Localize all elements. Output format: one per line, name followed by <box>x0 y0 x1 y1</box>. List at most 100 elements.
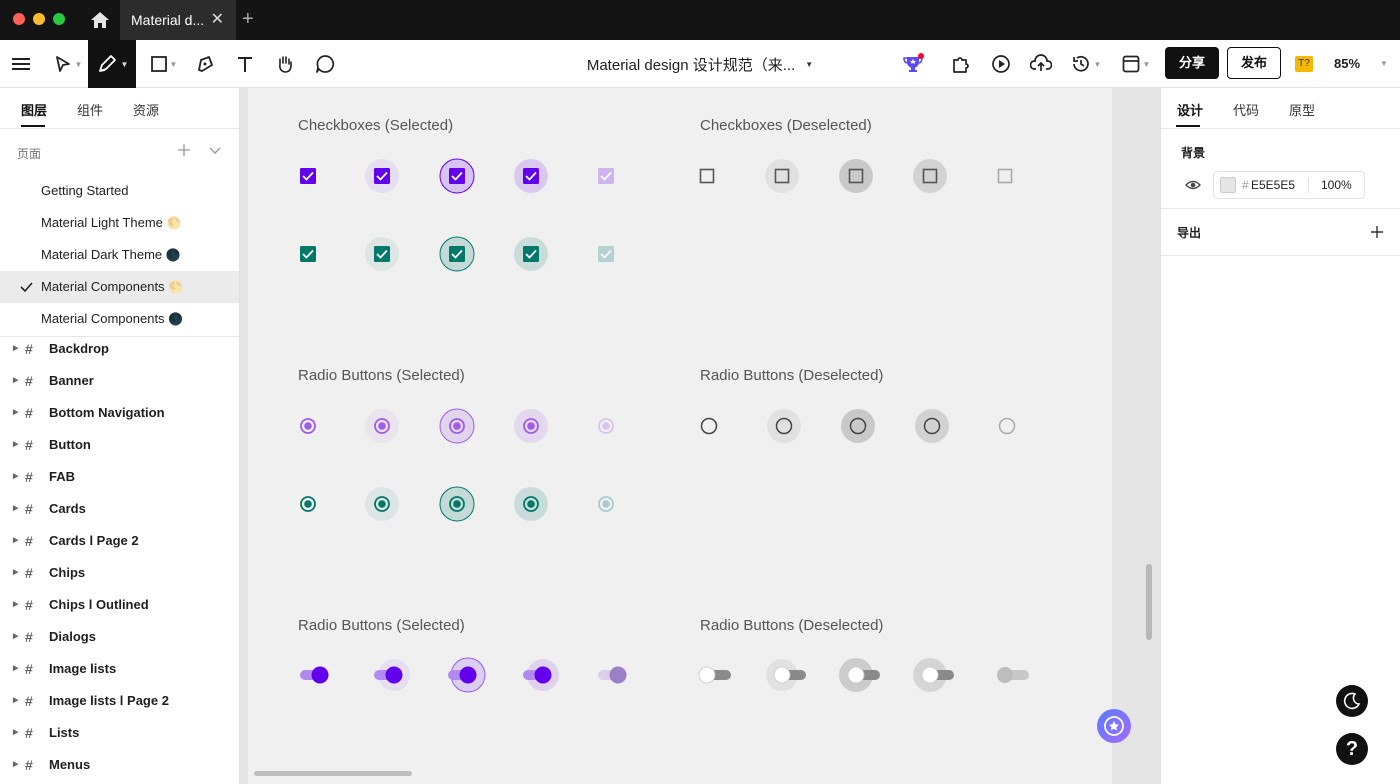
design-canvas[interactable]: Checkboxes (Selected) Checkboxes (Desele… <box>248 88 1112 784</box>
expand-arrow-icon[interactable]: ▶ <box>13 461 18 493</box>
radio-button-selected[interactable] <box>300 496 316 512</box>
radio-button-selected[interactable] <box>365 487 399 521</box>
checkbox-deselected[interactable] <box>699 168 715 184</box>
page-item-selected[interactable]: Material Components 🌕 <box>0 271 239 303</box>
layer-item[interactable]: ▶ # Backdrop <box>0 333 239 365</box>
background-color-field[interactable]: # E5E5E5 100% <box>1213 171 1365 199</box>
checkbox-deselected[interactable] <box>997 168 1013 184</box>
history-icon[interactable]: ▼ <box>1066 40 1106 88</box>
radio-button-selected[interactable] <box>514 487 548 521</box>
layer-item[interactable]: ▶ # Chips <box>0 557 239 589</box>
radio-button-selected[interactable] <box>439 486 475 522</box>
pen-tool-icon[interactable]: ▼ <box>88 40 136 88</box>
checkbox-selected[interactable] <box>598 168 614 184</box>
layer-item[interactable]: ▶ # Dialogs <box>0 621 239 653</box>
layer-item[interactable]: ▶ # Button <box>0 429 239 461</box>
move-tool-icon[interactable]: ▼ <box>50 40 86 88</box>
add-export-icon[interactable] <box>1369 224 1385 240</box>
radio-button-selected[interactable] <box>598 418 614 434</box>
expand-arrow-icon[interactable]: ▶ <box>13 397 18 429</box>
checkbox-deselected[interactable] <box>765 159 799 193</box>
home-icon[interactable] <box>88 9 112 31</box>
radio-button-selected[interactable] <box>514 409 548 443</box>
opacity-value[interactable]: 100% <box>1321 178 1352 192</box>
switch-on[interactable] <box>448 657 486 693</box>
zoom-window-button[interactable] <box>53 13 65 25</box>
expand-arrow-icon[interactable]: ▶ <box>13 749 18 781</box>
file-title-dropdown[interactable]: Material design 设计规范（来... ▼ <box>570 40 830 88</box>
expand-arrow-icon[interactable]: ▶ <box>13 333 18 365</box>
ai-assistant-icon[interactable] <box>1097 709 1131 743</box>
layer-item[interactable]: ▶ # Image lists <box>0 653 239 685</box>
layer-item[interactable]: ▶ # Lists <box>0 717 239 749</box>
page-item[interactable]: Getting Started <box>0 175 239 207</box>
checkbox-deselected[interactable] <box>839 159 873 193</box>
vertical-scrollbar[interactable] <box>1146 564 1152 640</box>
expand-arrow-icon[interactable]: ▶ <box>13 717 18 749</box>
trophy-icon[interactable] <box>898 40 928 88</box>
add-page-icon[interactable] <box>176 142 192 158</box>
checkbox-selected[interactable] <box>514 237 548 271</box>
eye-icon[interactable] <box>1185 177 1201 193</box>
layer-item[interactable]: ▶ # Cards l Page 2 <box>0 525 239 557</box>
radio-button-deselected[interactable] <box>700 417 718 435</box>
minimize-window-button[interactable] <box>33 13 45 25</box>
radio-button-selected[interactable] <box>598 496 614 512</box>
radio-button-deselected[interactable] <box>915 409 949 443</box>
radio-button-deselected[interactable] <box>767 409 801 443</box>
radio-button-selected[interactable] <box>300 418 316 434</box>
checkbox-selected[interactable] <box>514 159 548 193</box>
layer-item[interactable]: ▶ # FAB <box>0 461 239 493</box>
layer-item[interactable]: ▶ # Chips l Outlined <box>0 589 239 621</box>
share-button[interactable]: 分享 <box>1165 47 1219 79</box>
layer-item[interactable]: ▶ # Banner <box>0 365 239 397</box>
checkbox-selected[interactable] <box>365 237 399 271</box>
layer-item[interactable]: ▶ # Cards <box>0 493 239 525</box>
text-tool-icon[interactable] <box>230 40 260 88</box>
zoom-dropdown[interactable]: 85% ▼ <box>1322 40 1400 88</box>
page-item[interactable]: Material Light Theme 🌕 <box>0 207 239 239</box>
checkbox-selected[interactable] <box>439 158 475 194</box>
tab-components[interactable]: 组件 <box>77 100 103 119</box>
expand-arrow-icon[interactable]: ▶ <box>13 493 18 525</box>
expand-arrow-icon[interactable]: ▶ <box>13 557 18 589</box>
checkbox-selected[interactable] <box>365 159 399 193</box>
expand-arrow-icon[interactable]: ▶ <box>13 525 18 557</box>
switch-off[interactable] <box>913 658 954 692</box>
switch-on[interactable] <box>300 666 329 684</box>
close-window-button[interactable] <box>13 13 25 25</box>
checkbox-selected[interactable] <box>598 246 614 262</box>
layout-icon[interactable]: ▼ <box>1118 40 1154 88</box>
checkbox-selected[interactable] <box>300 168 316 184</box>
page-item[interactable]: Material Dark Theme 🌑 <box>0 239 239 271</box>
layer-item[interactable]: ▶ # Menus <box>0 749 239 781</box>
switch-on[interactable] <box>523 659 559 691</box>
page-item[interactable]: Material Components 🌑 <box>0 303 239 335</box>
dark-mode-icon[interactable] <box>1336 685 1368 717</box>
upload-icon[interactable] <box>1026 40 1056 88</box>
hand-tool-icon[interactable] <box>270 40 300 88</box>
radio-button-deselected[interactable] <box>998 417 1016 435</box>
play-icon[interactable] <box>986 40 1016 88</box>
radio-button-selected[interactable] <box>439 408 475 444</box>
horizontal-scrollbar[interactable] <box>254 771 412 776</box>
color-swatch[interactable] <box>1220 177 1236 193</box>
expand-arrow-icon[interactable]: ▶ <box>13 621 18 653</box>
pencil-tool-icon[interactable] <box>190 40 220 88</box>
switch-on[interactable] <box>598 666 627 684</box>
publish-button[interactable]: 发布 <box>1227 47 1281 79</box>
tab-layers[interactable]: 图层 <box>21 100 47 119</box>
expand-arrow-icon[interactable]: ▶ <box>13 653 18 685</box>
expand-arrow-icon[interactable]: ▶ <box>13 365 18 397</box>
switch-off[interactable] <box>997 667 1029 683</box>
new-tab-button[interactable]: + <box>242 8 254 31</box>
switch-on[interactable] <box>374 659 410 691</box>
layer-item[interactable]: ▶ # Bottom Navigation <box>0 397 239 429</box>
close-tab-icon[interactable]: ✕ <box>211 0 224 40</box>
plugin-icon[interactable] <box>946 40 976 88</box>
checkbox-selected[interactable] <box>439 236 475 272</box>
expand-arrow-icon[interactable]: ▶ <box>13 589 18 621</box>
expand-arrow-icon[interactable]: ▶ <box>13 429 18 461</box>
switch-off[interactable] <box>766 659 806 691</box>
help-icon[interactable]: ? <box>1336 733 1368 765</box>
